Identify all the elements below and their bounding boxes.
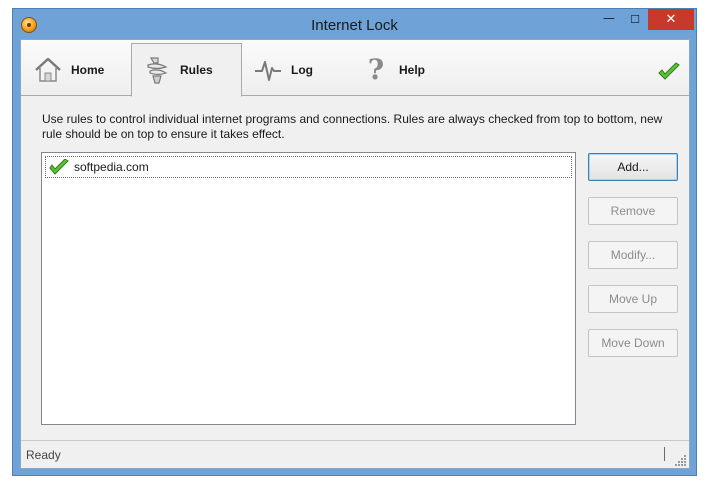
rule-enabled-check-icon[interactable] (49, 158, 69, 176)
maximize-button[interactable]: ☐ (622, 9, 648, 30)
protection-status-check-icon (658, 62, 680, 80)
remove-button[interactable]: Remove (588, 197, 678, 225)
title-bar[interactable]: Internet Lock — ☐ ✕ (13, 9, 696, 39)
home-icon (35, 57, 61, 82)
tab-log-label: Log (291, 63, 313, 77)
status-text: Ready (26, 448, 61, 462)
close-button[interactable]: ✕ (648, 9, 694, 30)
tab-home[interactable]: Home (23, 44, 131, 96)
tab-help-label: Help (399, 63, 426, 77)
list-item[interactable]: softpedia.com (45, 156, 572, 178)
add-button[interactable]: Add... (588, 153, 678, 181)
rules-description: Use rules to control individual internet… (42, 112, 663, 141)
move-down-button[interactable]: Move Down (588, 329, 678, 357)
client-area: Home Rules Log ? Help Use rules to contr… (20, 39, 690, 469)
tab-log[interactable]: Log (243, 44, 351, 96)
app-window: Internet Lock — ☐ ✕ Home Rules Log ? Hel… (12, 8, 697, 476)
rules-list[interactable]: softpedia.com (41, 152, 576, 425)
window-title: Internet Lock (311, 17, 398, 34)
rule-name: softpedia.com (74, 160, 149, 174)
minimize-button[interactable]: — (596, 9, 622, 30)
help-icon: ? (367, 53, 385, 86)
tab-rules-label: Rules (180, 63, 213, 77)
log-icon (255, 61, 281, 81)
tab-help[interactable]: ? Help (351, 44, 459, 96)
move-up-button[interactable]: Move Up (588, 285, 678, 313)
rules-icon (147, 57, 168, 84)
resize-grip-icon[interactable] (675, 454, 687, 466)
tab-rules[interactable]: Rules (131, 43, 242, 97)
modify-button[interactable]: Modify... (588, 241, 678, 269)
tab-bar: Home Rules Log ? Help (21, 40, 689, 97)
tab-home-label: Home (71, 63, 105, 77)
status-separator (664, 447, 665, 461)
status-bar: Ready (21, 440, 689, 468)
